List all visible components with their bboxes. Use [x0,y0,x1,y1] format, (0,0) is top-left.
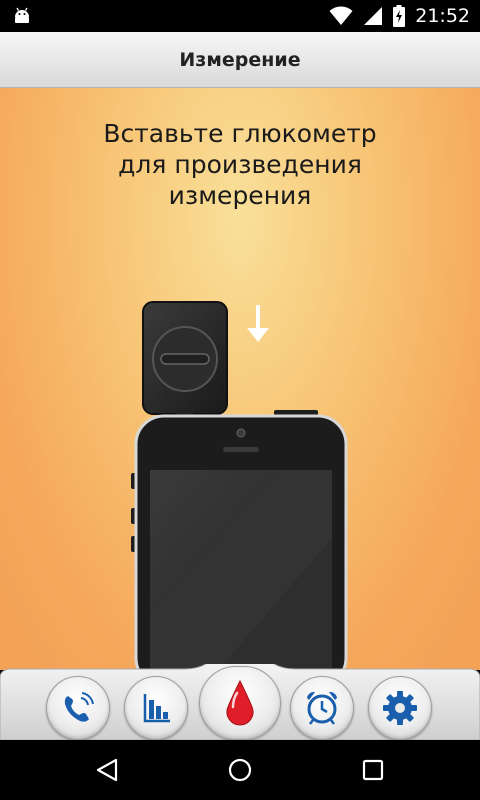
nav-call-button[interactable] [46,676,110,740]
status-time: 21:52 [415,5,470,27]
glucometer-phone-illustration [131,301,348,670]
alarm-clock-icon [307,691,337,725]
measurement-content: Вставьте глюкометр для произведения изме… [0,88,480,670]
signal-icon [364,7,383,25]
wifi-icon [329,6,353,25]
bottom-navigation [0,664,480,740]
phone-illustration [131,410,348,670]
blood-drop-icon [226,679,254,726]
call-icon [64,692,94,722]
status-bar: 21:52 [0,0,480,32]
glucometer-device [142,301,228,418]
battery-charging-icon [393,5,406,27]
settings-gear-icon [383,691,417,725]
back-icon[interactable] [94,757,120,783]
statistics-icon [143,694,170,723]
nav-settings-button[interactable] [368,676,432,740]
system-navigation-bar [0,740,480,800]
app-header: Измерение [0,32,480,88]
nav-measurement-button[interactable] [199,666,281,740]
nav-reminders-button[interactable] [290,676,354,740]
page-title: Измерение [179,48,301,71]
android-notification-icon [15,7,29,23]
recents-icon[interactable] [361,758,385,782]
home-icon[interactable] [227,757,253,783]
nav-statistics-button[interactable] [124,676,188,740]
insert-arrow-icon [247,305,269,342]
